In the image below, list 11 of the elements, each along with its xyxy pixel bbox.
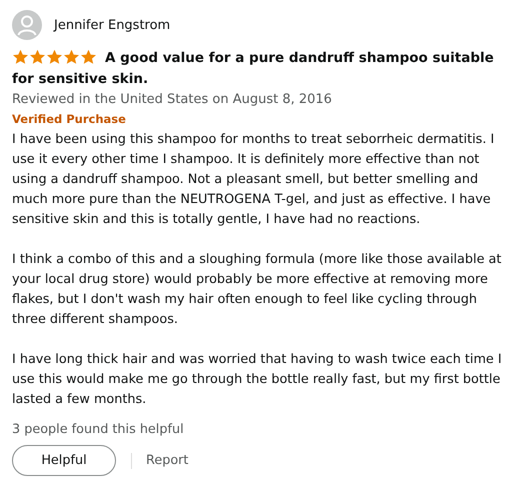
review-title: A good value for a pure dandruff shampoo suitable for sensitive skin. xyxy=(12,50,494,87)
helpful-count: 3 people found this helpful xyxy=(12,422,185,437)
avatar-icon xyxy=(12,10,42,40)
author-name: Jennifer Engstrom xyxy=(54,18,170,32)
verified-purchase-label: Verified Purchase xyxy=(12,111,127,128)
report-link[interactable]: Report xyxy=(146,453,188,468)
helpful-button[interactable]: Helpful xyxy=(12,445,116,476)
review-text: I have been using this shampoo for months to treat seborrheic dermatitis. I use it every other time I shampoo. It is definitely more effective than not using a dandruff shampoo. Not a pleasant smell, but better smelling and much more pure than the NEUTROGENA T-gel, and just as effective. I have sensitive skin and this is totally gentle, I have had no reactions. xyxy=(12,131,496,229)
review-text: I have long thick hair and was worried that having to wash twice each time I use this would make me go through the bottle really fast, but my first bottle lasted a few months. xyxy=(12,351,503,409)
review-text: I think a combo of this and a sloughing formula (more like those available at your local drug store) would probably be more effective at removing more flakes, but I don't wash my hair often enough to feel like cycling through three different shampoos. xyxy=(12,251,502,329)
review-date: Reviewed in the United States on August 8, 2016 xyxy=(12,91,333,109)
